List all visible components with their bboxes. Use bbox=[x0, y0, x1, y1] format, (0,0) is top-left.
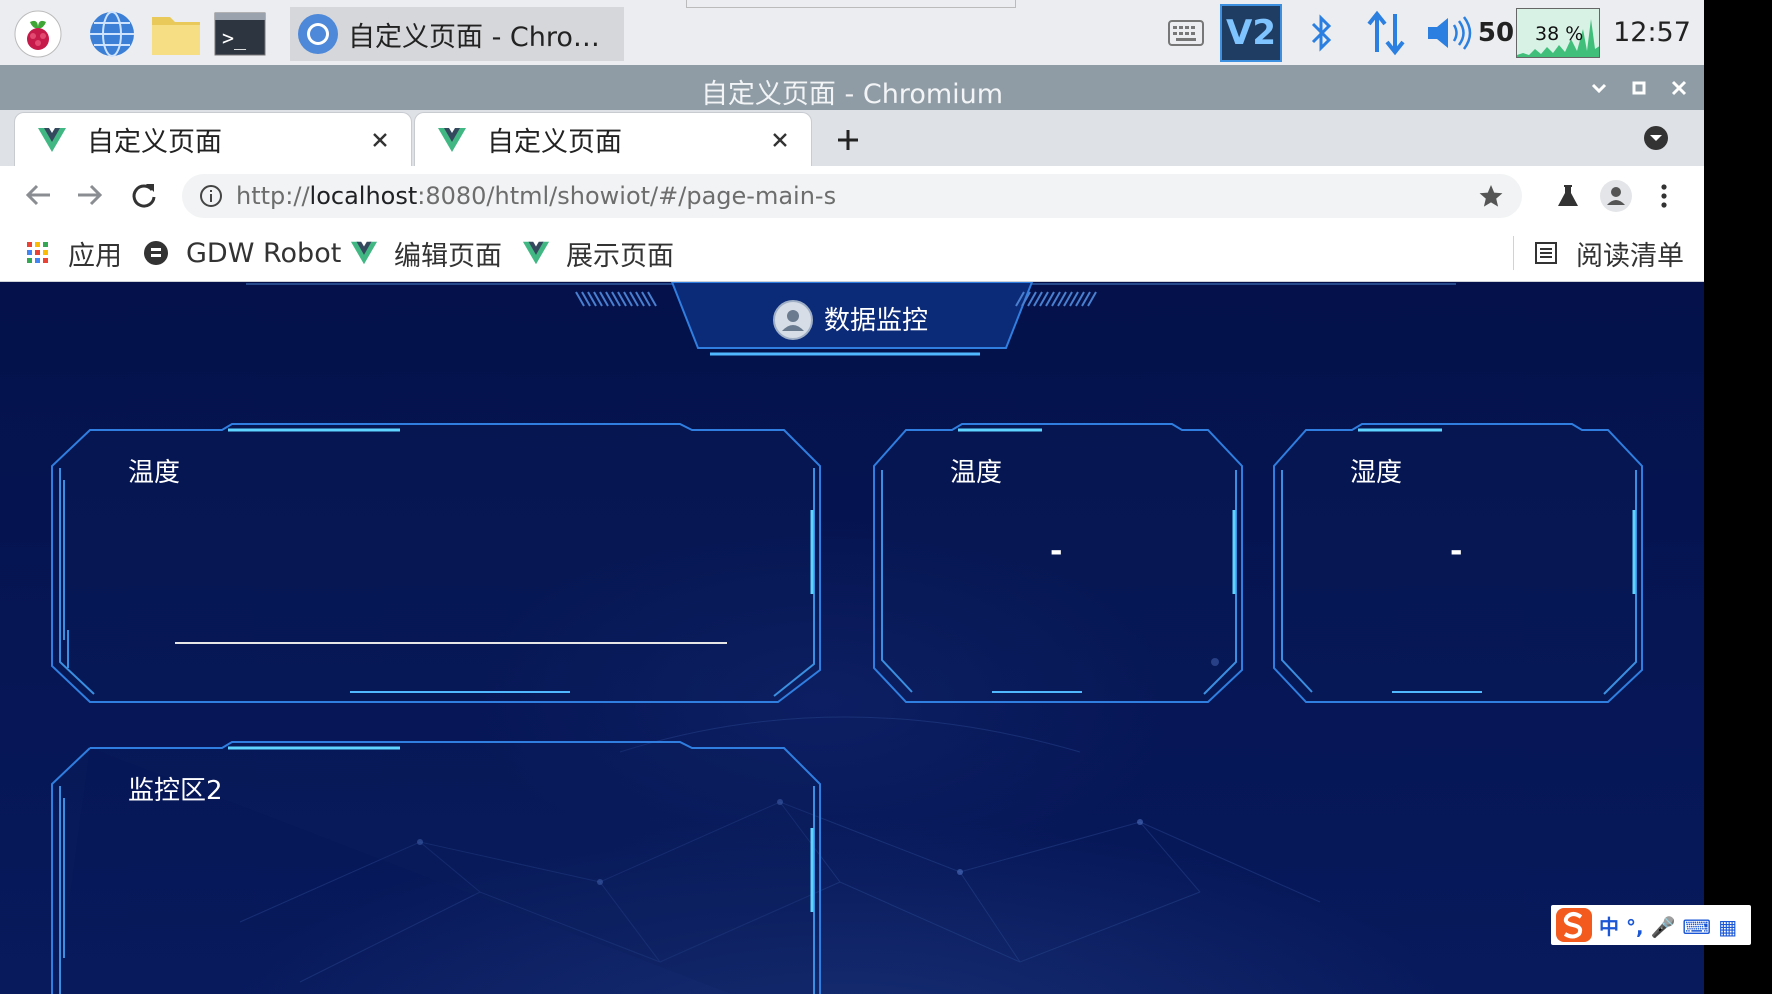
ime-toolbar[interactable]: 中 °, 🎤 ⌨ ▦ bbox=[1551, 905, 1751, 945]
temperature-value-panel: 温度 - bbox=[872, 420, 1246, 706]
close-tab-icon[interactable] bbox=[363, 123, 397, 157]
bookmark-label: 编辑页面 bbox=[394, 240, 502, 272]
bookmark-star-icon[interactable] bbox=[1474, 179, 1508, 213]
tab-strip: 自定义页面 自定义页面 bbox=[0, 110, 1704, 166]
bookmark-edit-page[interactable]: 编辑页面 bbox=[350, 233, 502, 273]
person-icon bbox=[1600, 180, 1632, 212]
sogou-logo-icon bbox=[1556, 908, 1592, 942]
monitor-zone-2-panel: 监控区2 bbox=[50, 738, 824, 994]
vue-icon bbox=[522, 241, 550, 265]
web-browser-icon[interactable] bbox=[86, 8, 138, 60]
maximize-icon[interactable] bbox=[1624, 73, 1654, 103]
dashboard-page: 数据监控 温度 温度 - 湿度 - 监控区2 bbox=[0, 282, 1704, 994]
page-title: 数据监控 bbox=[824, 306, 929, 336]
taskbar-window-title: 自定义页面 - Chromiu... bbox=[348, 21, 620, 53]
file-manager-icon[interactable] bbox=[150, 8, 202, 60]
plus-icon bbox=[838, 130, 858, 150]
tab-label: 自定义页面 bbox=[87, 127, 222, 158]
humidity-value: - bbox=[1450, 534, 1463, 569]
temperature-value: - bbox=[1050, 534, 1063, 569]
chevron-down-circle-icon bbox=[1644, 126, 1668, 150]
reading-list-button[interactable]: 阅读清单 bbox=[1532, 233, 1684, 273]
terminal-icon[interactable]: >_ bbox=[214, 8, 266, 60]
chromium-icon bbox=[298, 14, 338, 54]
network-icon[interactable] bbox=[1362, 0, 1412, 65]
ime-status: 中 °, 🎤 ⌨ ▦ bbox=[1599, 914, 1738, 939]
tab-custom-page-1[interactable]: 自定义页面 bbox=[14, 112, 412, 166]
volume-value: 50 bbox=[1477, 17, 1515, 48]
forward-button[interactable] bbox=[72, 177, 108, 213]
arrow-left-icon bbox=[25, 184, 50, 206]
vue-icon bbox=[438, 127, 466, 152]
bluetooth-icon[interactable] bbox=[1302, 0, 1342, 65]
url-scheme: http:// bbox=[236, 182, 310, 210]
extension-lab-icon[interactable] bbox=[1550, 178, 1586, 214]
tab-label: 自定义页面 bbox=[487, 127, 622, 158]
tab-search-button[interactable] bbox=[1640, 122, 1672, 154]
reload-icon bbox=[132, 184, 156, 208]
panel-title: 监控区2 bbox=[128, 776, 223, 806]
vue-icon bbox=[350, 241, 378, 265]
url-text[interactable]: http://localhost:8080/html/showiot/#/pag… bbox=[236, 182, 1474, 210]
arrow-right-icon bbox=[78, 184, 103, 206]
url-path: :8080/html/showiot/#/page-main-s bbox=[417, 182, 837, 210]
info-icon[interactable] bbox=[196, 181, 226, 211]
bookmark-apps[interactable]: 应用 bbox=[24, 233, 122, 273]
apps-grid-icon bbox=[24, 239, 52, 267]
keyboard-icon[interactable] bbox=[1164, 0, 1208, 65]
reading-list-icon bbox=[1532, 239, 1560, 267]
profile-avatar[interactable] bbox=[1598, 178, 1634, 214]
address-bar[interactable]: http://localhost:8080/html/showiot/#/pag… bbox=[182, 174, 1522, 218]
browser-toolbar: http://localhost:8080/html/showiot/#/pag… bbox=[0, 166, 1704, 224]
bookmark-label: 展示页面 bbox=[566, 240, 674, 272]
divider bbox=[1513, 236, 1514, 270]
vnc-icon[interactable]: V2 bbox=[1220, 4, 1282, 62]
bookmarks-bar: 应用 GDW Robot 编辑页面 展示页面 阅读清单 bbox=[0, 224, 1704, 282]
svg-text:>_: >_ bbox=[222, 26, 247, 50]
raspberry-menu-icon[interactable] bbox=[12, 8, 64, 60]
more-menu-icon[interactable] bbox=[1646, 178, 1682, 214]
panel-title: 湿度 bbox=[1350, 458, 1403, 488]
taskbar-window-button[interactable]: 自定义页面 - Chromiu... bbox=[290, 7, 624, 61]
new-tab-button[interactable] bbox=[828, 120, 868, 160]
vue-icon bbox=[38, 127, 66, 152]
robot-icon bbox=[142, 239, 170, 267]
volume-icon[interactable] bbox=[1424, 0, 1474, 65]
panel-title: 温度 bbox=[950, 458, 1003, 488]
screen-edge bbox=[1704, 0, 1772, 994]
close-window-icon[interactable] bbox=[1664, 73, 1694, 103]
reload-button[interactable] bbox=[126, 177, 162, 213]
cpu-monitor[interactable]: 38 % bbox=[1516, 8, 1600, 58]
bookmark-show-page[interactable]: 展示页面 bbox=[522, 233, 674, 273]
close-tab-icon[interactable] bbox=[763, 123, 797, 157]
minimize-icon[interactable] bbox=[1584, 73, 1614, 103]
taskbar: >_ 自定义页面 - Chromiu... V2 50 38 % 12:57 bbox=[0, 0, 1704, 65]
bookmark-label: 阅读清单 bbox=[1576, 240, 1684, 272]
bookmark-label: 应用 bbox=[68, 240, 122, 272]
temperature-chart-panel: 温度 bbox=[50, 420, 824, 706]
chart-baseline bbox=[175, 642, 727, 644]
panel-title: 温度 bbox=[128, 458, 181, 488]
bookmark-gdw-robot[interactable]: GDW Robot bbox=[142, 233, 341, 273]
back-button[interactable] bbox=[20, 177, 56, 213]
clock[interactable]: 12:57 bbox=[1610, 0, 1694, 65]
tab-custom-page-2[interactable]: 自定义页面 bbox=[414, 112, 812, 166]
bookmark-label: GDW Robot bbox=[186, 237, 342, 269]
monitor-avatar-icon bbox=[773, 300, 813, 340]
taskbar-spacer bbox=[686, 0, 1016, 8]
window-title: 自定义页面 - Chromium bbox=[700, 79, 1004, 110]
url-host: localhost bbox=[309, 182, 418, 210]
window-titlebar[interactable]: 自定义页面 - Chromium bbox=[0, 65, 1704, 110]
humidity-value-panel: 湿度 - bbox=[1272, 420, 1646, 706]
